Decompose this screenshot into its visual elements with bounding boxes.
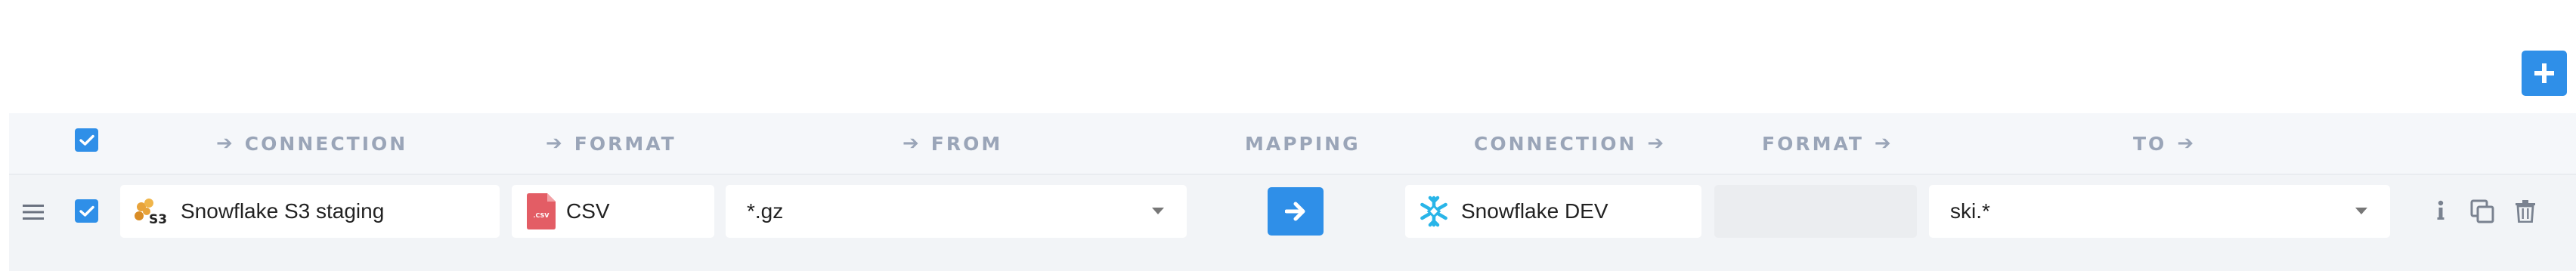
copy-icon[interactable] xyxy=(2469,198,2496,225)
arrow-right-icon xyxy=(1285,202,1305,221)
target-connection-select[interactable]: Snowflake DEV xyxy=(1405,185,1701,238)
source-format-select[interactable]: .CSV CSV xyxy=(512,185,714,238)
source-connection-select[interactable]: S3 Snowflake S3 staging xyxy=(120,185,500,238)
header-target-connection: CONNECTION ➔ xyxy=(1474,132,1664,155)
arrow-right-icon: ➔ xyxy=(216,132,233,155)
info-icon[interactable] xyxy=(2433,198,2448,223)
arrow-right-icon: ➔ xyxy=(903,132,919,155)
row-checkbox[interactable] xyxy=(75,199,98,223)
chevron-down-icon xyxy=(1152,208,1164,214)
mapping-button[interactable] xyxy=(1268,187,1324,236)
checkmark-icon xyxy=(79,134,94,146)
target-format-select[interactable] xyxy=(1714,185,1917,238)
header-target-format: FORMAT ➔ xyxy=(1762,132,1891,155)
csv-file-icon: .CSV xyxy=(527,193,556,229)
plus-icon xyxy=(2534,63,2554,83)
target-to-select[interactable]: ski.* xyxy=(1929,185,2390,238)
arrow-right-icon: ➔ xyxy=(2177,132,2194,155)
header-source-connection: ➔ CONNECTION xyxy=(216,132,408,155)
header-mapping: MAPPING xyxy=(1245,132,1361,155)
arrow-right-icon: ➔ xyxy=(546,132,562,155)
chevron-down-icon xyxy=(2355,208,2367,214)
header-source-format: ➔ FORMAT xyxy=(546,132,677,155)
arrow-right-icon: ➔ xyxy=(1874,132,1891,155)
svg-text:.CSV: .CSV xyxy=(533,212,550,219)
trash-icon[interactable] xyxy=(2514,198,2537,225)
checkmark-icon xyxy=(79,205,94,217)
arrow-right-icon: ➔ xyxy=(1647,132,1664,155)
select-all-checkbox[interactable] xyxy=(75,128,98,152)
source-from-select[interactable]: *.gz xyxy=(726,185,1187,238)
aws-s3-icon: S3 xyxy=(132,196,170,226)
snowflake-icon xyxy=(1417,195,1451,228)
svg-text:S3: S3 xyxy=(149,212,167,226)
header-target-to: TO ➔ xyxy=(2133,132,2194,155)
add-row-button[interactable] xyxy=(2522,51,2567,96)
drag-handle-icon[interactable] xyxy=(23,204,44,224)
header-source-from: ➔ FROM xyxy=(903,132,1003,155)
